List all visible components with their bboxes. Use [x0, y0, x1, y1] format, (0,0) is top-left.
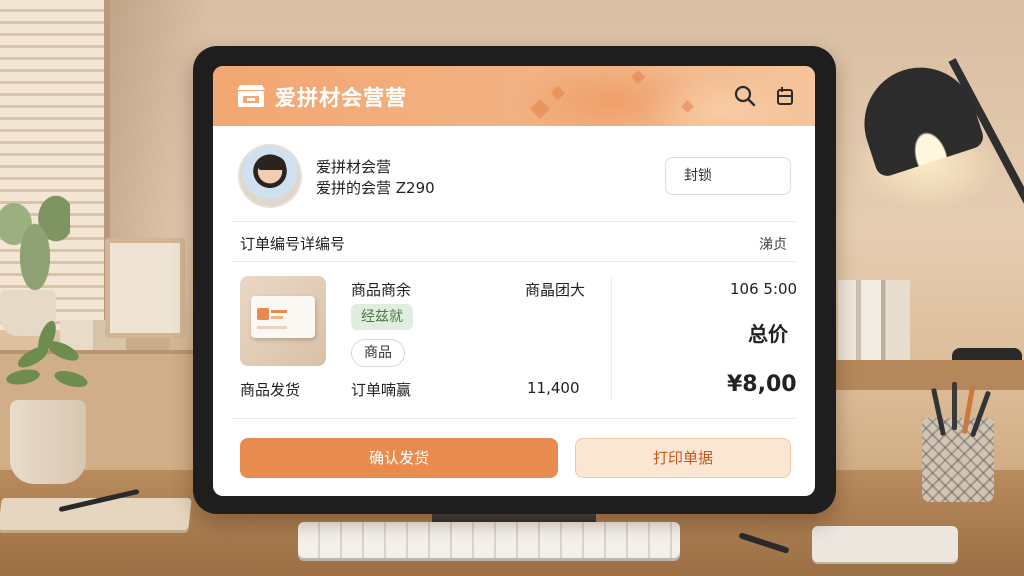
category-tag[interactable]: 商品	[351, 339, 405, 367]
order-title: 订单编号详编号	[240, 235, 346, 253]
product-price: 106 5:00	[730, 280, 798, 298]
shelf-right	[836, 360, 1024, 390]
trackpad	[812, 526, 958, 562]
keyboard	[298, 522, 680, 558]
vertical-divider	[611, 276, 612, 400]
search-icon[interactable]	[733, 84, 757, 108]
order-label: 订单喃赢	[351, 381, 412, 399]
product-card-graphic	[251, 296, 315, 338]
product-name: 商品商余	[351, 281, 412, 299]
print-receipt-button[interactable]: 打印单据	[575, 438, 791, 478]
divider	[231, 261, 797, 262]
storefront-icon	[237, 85, 265, 107]
divider	[231, 418, 797, 419]
confirm-shipment-button[interactable]: 确认发货	[240, 438, 558, 478]
app-header: 爱拼材会营营	[213, 66, 815, 126]
divider	[231, 221, 797, 222]
profile-action-button[interactable]: 封锁	[665, 157, 791, 195]
product-image[interactable]	[240, 276, 326, 366]
export-icon[interactable]	[773, 84, 797, 108]
pencil-cup	[922, 382, 994, 502]
order-amount: 11,400	[527, 379, 580, 397]
app-screen: 爱拼材会营营 爱拼材会营 爱拼的会营 Z290 封锁 订单编号详编号 涕贞 商品…	[213, 66, 815, 496]
profile-id: 爱拼的会营 Z290	[316, 179, 435, 197]
plant-pot	[5, 318, 90, 484]
profile-name: 爱拼材会营	[316, 158, 392, 176]
status-badge: 经兹就	[351, 304, 413, 330]
avatar[interactable]	[238, 144, 302, 208]
total-price: ¥8,00	[727, 372, 797, 397]
plant-back	[0, 180, 70, 290]
picture-frame	[105, 238, 185, 338]
books-right	[838, 280, 910, 360]
total-label: 总价	[748, 322, 788, 346]
ship-label: 商品发货	[240, 381, 301, 399]
app-title: 爱拼材会营营	[275, 86, 407, 110]
order-action-link[interactable]: 涕贞	[759, 234, 787, 254]
product-qty-label: 商晶团大	[525, 281, 586, 299]
